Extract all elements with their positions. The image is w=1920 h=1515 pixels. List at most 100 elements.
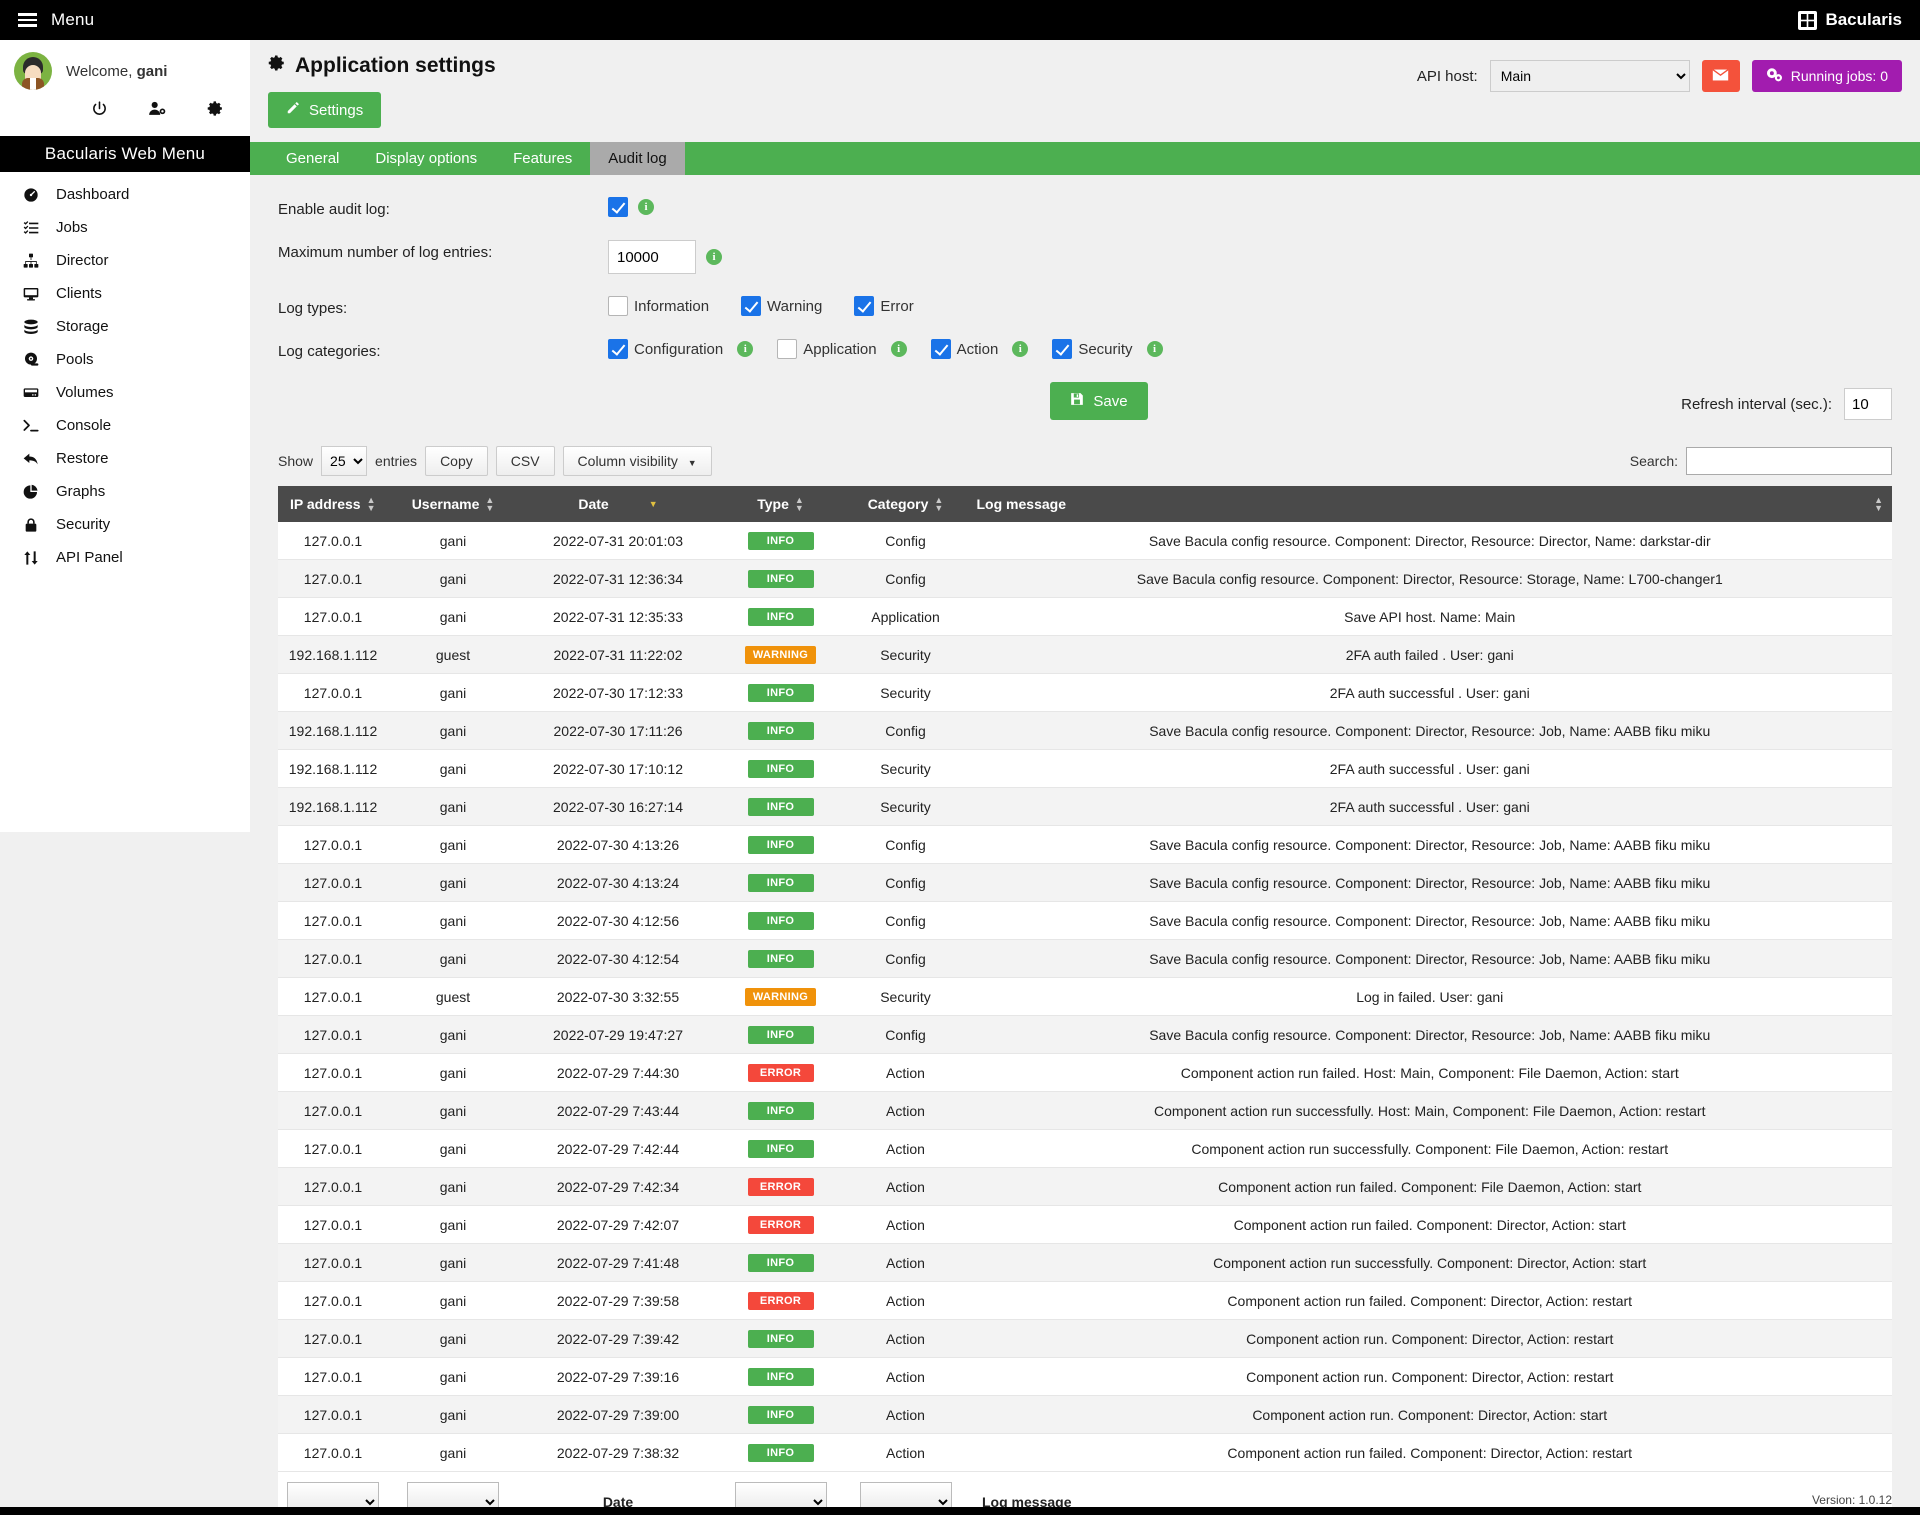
cell-log-message: Save Bacula config resource. Component: … <box>968 711 1892 750</box>
enable-audit-log-checkbox[interactable] <box>608 197 628 217</box>
information-checkbox[interactable] <box>608 296 628 316</box>
save-button[interactable]: Save <box>1050 382 1148 420</box>
menu-toggle-label[interactable]: Menu <box>51 10 94 30</box>
cell-ip-address: 127.0.0.1 <box>278 1357 388 1396</box>
table-row[interactable]: 192.168.1.112 gani 2022-07-30 17:10:12 INFO… <box>278 749 1892 788</box>
table-row[interactable]: 127.0.0.1 gani 2022-07-29 7:42:44 INFO Actio… <box>278 1129 1892 1168</box>
sidebar-item-graphs[interactable]: Graphs <box>0 475 250 508</box>
cell-type: INFO <box>718 559 843 598</box>
cell-date: 2022-07-30 4:13:26 <box>518 825 718 864</box>
table-row[interactable]: 127.0.0.1 gani 2022-07-29 7:44:30 ERROR Acti… <box>278 1053 1892 1092</box>
table-row[interactable]: 127.0.0.1 gani 2022-07-31 12:36:34 INFO Conf… <box>278 559 1892 598</box>
table-row[interactable]: 127.0.0.1 gani 2022-07-31 20:01:03 INFO Conf… <box>278 522 1892 560</box>
table-row[interactable]: 127.0.0.1 gani 2022-07-29 7:39:16 INFO Actio… <box>278 1357 1892 1396</box>
table-row[interactable]: 127.0.0.1 gani 2022-07-31 12:35:33 INFO Appl… <box>278 597 1892 636</box>
csv-button[interactable]: CSV <box>495 446 555 476</box>
info-icon[interactable]: i <box>638 199 654 215</box>
max-entries-input[interactable] <box>608 240 696 274</box>
welcome-prefix: Welcome, <box>66 62 137 80</box>
column-header-category[interactable]: Category ▲ ▼ <box>843 486 969 522</box>
sidebar-item-jobs[interactable]: Jobs <box>0 211 250 244</box>
sidebar-item-restore[interactable]: Restore <box>0 442 250 475</box>
warning-checkbox[interactable] <box>741 296 762 316</box>
hamburger-icon[interactable] <box>18 13 37 27</box>
table-row[interactable]: 127.0.0.1 gani 2022-07-29 7:42:34 ERROR Acti… <box>278 1167 1892 1206</box>
cell-ip-address: 127.0.0.1 <box>278 559 388 598</box>
table-row[interactable]: 192.168.1.112 gani 2022-07-30 16:27:14 INFO… <box>278 787 1892 826</box>
table-row[interactable]: 127.0.0.1 gani 2022-07-30 4:12:54 INFO Confi… <box>278 939 1892 978</box>
tab-audit-log[interactable]: Audit log <box>590 142 685 175</box>
table-row[interactable]: 127.0.0.1 gani 2022-07-29 7:38:32 INFO Actio… <box>278 1433 1892 1472</box>
table-row[interactable]: 127.0.0.1 gani 2022-07-29 7:41:48 INFO Actio… <box>278 1243 1892 1282</box>
sidebar-nav: Dashboard Jobs Director Clients Storage … <box>0 172 250 832</box>
status-badge: INFO <box>747 1406 814 1424</box>
tab-features[interactable]: Features <box>495 142 590 175</box>
column-header-ip-address[interactable]: IP address ▲ ▼ <box>278 486 389 522</box>
sidebar-item-storage[interactable]: Storage <box>0 310 250 343</box>
info-icon[interactable]: i <box>1012 341 1029 357</box>
sidebar-item-security[interactable]: Security <box>0 508 250 541</box>
table-row[interactable]: 127.0.0.1 guest 2022-07-30 3:32:55 WARNING S… <box>278 977 1892 1016</box>
application-checkbox[interactable] <box>777 339 798 359</box>
refresh-interval-input[interactable] <box>1844 388 1892 420</box>
sidebar-item-console[interactable]: Console <box>0 409 250 442</box>
action-checkbox[interactable] <box>930 339 951 359</box>
table-row[interactable]: 127.0.0.1 gani 2022-07-29 7:39:00 INFO Actio… <box>278 1395 1892 1434</box>
cell-date: 2022-07-29 7:39:16 <box>518 1357 718 1396</box>
sidebar-item-label: Pools <box>56 351 94 369</box>
sidebar-item-volumes[interactable]: Volumes <box>0 376 250 409</box>
gear-icon[interactable] <box>207 100 224 120</box>
settings-button[interactable]: Settings <box>268 92 382 128</box>
sidebar-item-pools[interactable]: Pools <box>0 343 250 376</box>
copy-button[interactable]: Copy <box>425 446 488 476</box>
configuration-checkbox[interactable] <box>608 339 628 359</box>
info-icon[interactable]: i <box>890 341 907 357</box>
table-row[interactable]: 127.0.0.1 gani 2022-07-30 4:12:56 INFO Confi… <box>278 901 1892 940</box>
table-row[interactable]: 127.0.0.1 gani 2022-07-30 4:13:24 INFO Confi… <box>278 863 1892 902</box>
column-header-type[interactable]: Type ▲ ▼ <box>718 486 844 522</box>
table-row[interactable]: 127.0.0.1 gani 2022-07-30 17:12:33 INFO Secu… <box>278 673 1892 712</box>
cell-type: ERROR <box>718 1281 843 1320</box>
tab-general[interactable]: General <box>268 142 357 175</box>
cell-type: INFO <box>718 1015 843 1054</box>
info-icon[interactable]: i <box>706 249 722 265</box>
running-jobs-button[interactable]: Running jobs: 0 <box>1751 60 1902 92</box>
status-badge: INFO <box>747 1026 814 1044</box>
table-row[interactable]: 127.0.0.1 gani 2022-07-29 7:43:44 INFO Actio… <box>278 1091 1892 1130</box>
cell-date: 2022-07-30 4:12:54 <box>518 939 718 978</box>
error-checkbox[interactable] <box>854 296 875 316</box>
table-row[interactable]: 127.0.0.1 gani 2022-07-29 7:39:58 ERROR Acti… <box>278 1281 1892 1320</box>
sidebar-item-director[interactable]: Director <box>0 244 250 277</box>
table-row[interactable]: 192.168.1.112 guest 2022-07-31 11:22:02 WAR… <box>278 635 1892 674</box>
column-header-log-message[interactable]: Log message ▲ ▼ <box>968 486 1892 522</box>
sidebar-item-clients[interactable]: Clients <box>0 277 250 310</box>
search-input[interactable] <box>1686 447 1892 475</box>
log-category-configuration: Configuration i <box>608 339 754 359</box>
cell-date: 2022-07-30 4:13:24 <box>518 863 718 902</box>
info-icon[interactable]: i <box>737 341 754 357</box>
username: gani <box>136 62 168 80</box>
table-row[interactable]: 127.0.0.1 gani 2022-07-29 19:47:27 INFO Conf… <box>278 1015 1892 1054</box>
api-host-select[interactable]: Main <box>1489 60 1690 92</box>
column-visibility-button[interactable]: Column visibility ▼ <box>562 446 712 476</box>
column-header-date[interactable]: Date ▼ <box>518 486 719 522</box>
page-length-select[interactable]: 25 <box>321 446 368 476</box>
tab-display-options[interactable]: Display options <box>357 142 495 175</box>
sidebar-item-label: Restore <box>56 450 109 468</box>
column-header-username[interactable]: Username ▲ ▼ <box>388 486 519 522</box>
table-row[interactable]: 127.0.0.1 gani 2022-07-29 7:42:07 ERROR Acti… <box>278 1205 1892 1244</box>
table-row[interactable]: 192.168.1.112 gani 2022-07-30 17:11:26 INFO… <box>278 711 1892 750</box>
sort-icon: ▲ ▼ <box>485 495 495 513</box>
user-settings-icon[interactable] <box>148 100 167 120</box>
power-icon[interactable] <box>91 100 108 120</box>
security-checkbox[interactable] <box>1052 339 1073 359</box>
sidebar-item-api-panel[interactable]: API Panel <box>0 541 250 574</box>
messages-button[interactable] <box>1701 60 1740 92</box>
table-row[interactable]: 127.0.0.1 gani 2022-07-30 4:13:26 INFO Confi… <box>278 825 1892 864</box>
info-icon[interactable]: i <box>1146 341 1163 357</box>
cell-date: 2022-07-30 4:12:56 <box>518 901 718 940</box>
table-row[interactable]: 127.0.0.1 gani 2022-07-29 7:39:42 INFO Actio… <box>278 1319 1892 1358</box>
status-badge: ERROR <box>747 1178 814 1196</box>
sidebar-item-dashboard[interactable]: Dashboard <box>0 178 250 211</box>
sidebar-item-label: Graphs <box>56 483 106 501</box>
